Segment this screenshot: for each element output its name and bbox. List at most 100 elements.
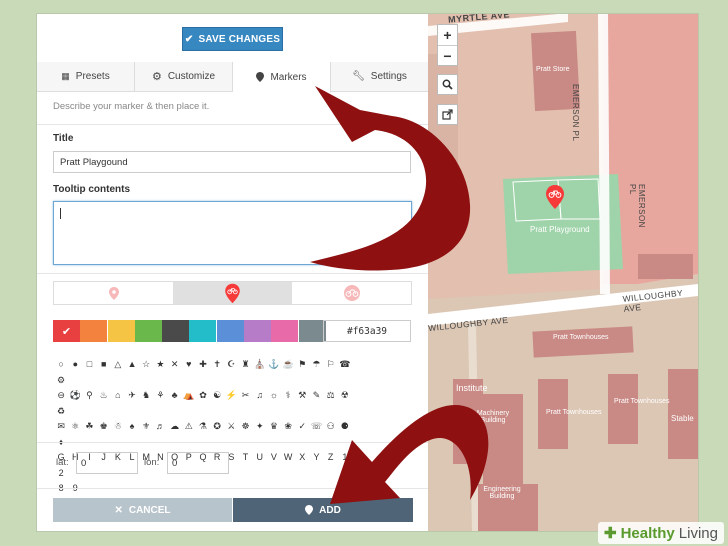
palette-icon[interactable]: ☯: [210, 388, 224, 404]
palette-icon[interactable]: ⚽: [68, 388, 82, 404]
palette-icon[interactable]: U: [253, 450, 267, 466]
palette-icon[interactable]: ▲: [125, 357, 139, 373]
tab-markers[interactable]: Markers: [233, 62, 331, 93]
add-button[interactable]: ADD: [233, 498, 413, 522]
tab-customize[interactable]: ⚙ Customize: [135, 62, 233, 91]
color-swatch[interactable]: [80, 320, 108, 342]
tab-settings[interactable]: 🔧︎ Settings: [331, 62, 428, 91]
palette-icon[interactable]: X: [295, 450, 309, 466]
palette-icon[interactable]: ✎: [309, 388, 323, 404]
palette-icon[interactable]: ●: [68, 357, 82, 373]
palette-icon[interactable]: T: [238, 450, 252, 466]
palette-icon[interactable]: ♞: [139, 388, 153, 404]
palette-icon[interactable]: Z: [324, 450, 338, 466]
save-changes-button[interactable]: ✔ SAVE CHANGES: [182, 27, 283, 51]
palette-icon[interactable]: ⚖: [324, 388, 338, 404]
color-swatch[interactable]: [271, 320, 299, 342]
lon-input[interactable]: 0: [167, 452, 229, 474]
palette-icon[interactable]: W: [281, 450, 295, 466]
color-swatch[interactable]: [298, 320, 326, 342]
palette-icon[interactable]: ✪: [210, 419, 224, 435]
palette-icon[interactable]: ♨: [97, 388, 111, 404]
color-swatch[interactable]: [244, 320, 272, 342]
marker-style-circle[interactable]: [292, 282, 411, 304]
color-swatch[interactable]: [134, 320, 162, 342]
color-swatch[interactable]: ✔: [53, 320, 80, 342]
palette-icon[interactable]: ♜: [238, 357, 252, 373]
tooltip-textarea[interactable]: [53, 201, 412, 265]
map-share-button[interactable]: [437, 104, 458, 125]
palette-icon[interactable]: ♬: [153, 419, 167, 435]
palette-icon[interactable]: □: [82, 357, 96, 373]
palette-icon[interactable]: Y: [309, 450, 323, 466]
palette-icon[interactable]: ⚜: [139, 419, 153, 435]
palette-icon[interactable]: ⚐: [324, 357, 338, 373]
zoom-out-button[interactable]: −: [438, 45, 457, 65]
palette-icon[interactable]: 1: [338, 450, 352, 466]
palette-icon[interactable]: ✈: [125, 388, 139, 404]
palette-icon[interactable]: ⚙: [54, 373, 68, 389]
palette-icon[interactable]: ♠: [125, 419, 139, 435]
palette-icon[interactable]: ♛: [267, 419, 281, 435]
palette-icon[interactable]: ⚕: [281, 388, 295, 404]
palette-icon[interactable]: ♻: [54, 404, 68, 420]
palette-icon[interactable]: ☪: [224, 357, 238, 373]
palette-icon[interactable]: ✕: [168, 357, 182, 373]
palette-icon[interactable]: ♫: [253, 388, 267, 404]
palette-icon[interactable]: ✝: [210, 357, 224, 373]
palette-icon[interactable]: ✦: [253, 419, 267, 435]
palette-icon[interactable]: ⌂: [111, 388, 125, 404]
cancel-button[interactable]: ✕ CANCEL: [53, 498, 232, 522]
palette-icon[interactable]: ☎: [338, 357, 352, 373]
palette-icon[interactable]: ⛺: [182, 388, 196, 404]
palette-icon[interactable]: ✚: [196, 357, 210, 373]
palette-icon[interactable]: ☁: [168, 419, 182, 435]
lat-input[interactable]: 0: [76, 452, 138, 474]
palette-icon[interactable]: ★: [153, 357, 167, 373]
palette-icon[interactable]: ☂: [309, 357, 323, 373]
palette-icon[interactable]: ■: [97, 357, 111, 373]
palette-icon[interactable]: ✉: [54, 419, 68, 435]
palette-icon[interactable]: ⚇: [324, 419, 338, 435]
palette-icon[interactable]: ☸: [238, 419, 252, 435]
palette-icon[interactable]: ⚘: [153, 388, 167, 404]
color-swatch[interactable]: [189, 320, 217, 342]
palette-icon[interactable]: ☃: [111, 419, 125, 435]
title-input[interactable]: Pratt Playgound: [53, 151, 411, 173]
palette-icon[interactable]: △: [111, 357, 125, 373]
palette-icon[interactable]: ✿: [196, 388, 210, 404]
palette-icon[interactable]: ⚈: [338, 419, 352, 435]
palette-icon[interactable]: ♣: [168, 388, 182, 404]
palette-icon[interactable]: ⚲: [82, 388, 96, 404]
tab-presets[interactable]: ▦ Presets: [37, 62, 135, 91]
map-marker-pin[interactable]: [545, 184, 565, 210]
palette-icon[interactable]: ☘: [82, 419, 96, 435]
palette-icon[interactable]: ☆: [139, 357, 153, 373]
palette-icon[interactable]: ⛪: [253, 357, 267, 373]
color-swatch[interactable]: [216, 320, 244, 342]
palette-icon[interactable]: ⚒: [295, 388, 309, 404]
color-swatch[interactable]: [162, 320, 190, 342]
palette-icon[interactable]: ♚: [97, 419, 111, 435]
palette-icon[interactable]: ⚡: [224, 388, 238, 404]
palette-icon[interactable]: ☼: [267, 388, 281, 404]
palette-icon[interactable]: ⚗: [196, 419, 210, 435]
map-search-button[interactable]: [437, 74, 458, 95]
palette-icon[interactable]: ❀: [281, 419, 295, 435]
palette-icon[interactable]: ⚠: [182, 419, 196, 435]
color-swatch[interactable]: [107, 320, 135, 342]
palette-icon[interactable]: ✂: [238, 388, 252, 404]
zoom-in-button[interactable]: +: [438, 25, 457, 45]
palette-icon[interactable]: ♥: [182, 357, 196, 373]
color-hex-input[interactable]: #f63a39: [323, 320, 411, 342]
palette-icon[interactable]: ✓: [295, 419, 309, 435]
marker-style-pin[interactable]: [173, 282, 292, 304]
palette-icon[interactable]: ○: [54, 357, 68, 373]
palette-icon[interactable]: ⚛: [68, 419, 82, 435]
palette-icon[interactable]: ⚑: [295, 357, 309, 373]
palette-icon[interactable]: V: [267, 450, 281, 466]
marker-style-dot[interactable]: [54, 282, 173, 304]
palette-icon[interactable]: ⚔: [224, 419, 238, 435]
palette-icon[interactable]: ⊖: [54, 388, 68, 404]
palette-icon[interactable]: ☕: [281, 357, 295, 373]
